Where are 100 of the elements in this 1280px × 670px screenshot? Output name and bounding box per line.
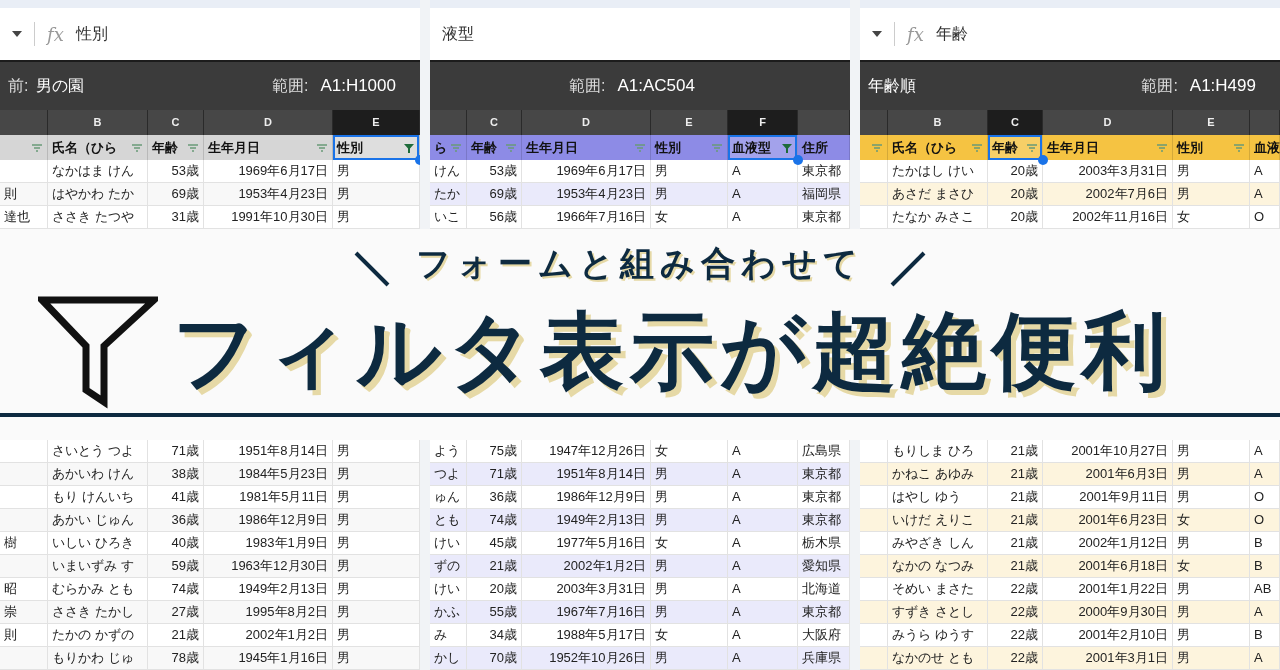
table-cell-text: 2001年1月22日 — [1078, 580, 1168, 599]
table-cell-text: B — [1254, 534, 1263, 553]
table-cell-text: 53歳 — [489, 162, 517, 181]
table-cell-text: 1953年4月23日 — [238, 185, 328, 204]
table-cell-text: すずき さとし — [892, 603, 974, 622]
table-cell-text: A — [732, 511, 741, 530]
filter-menu-icon[interactable] — [711, 141, 723, 154]
filter-name[interactable]: 男の園 — [36, 74, 85, 98]
table-cell-text: ずの — [434, 557, 460, 576]
table-cell-text: み — [434, 626, 447, 645]
table-cell-text: 1969年6月17日 — [556, 162, 646, 181]
table-cell-text: 55歳 — [489, 603, 517, 622]
column-letter[interactable]: E — [372, 114, 380, 131]
filter-menu-icon[interactable] — [316, 141, 328, 154]
table-cell-text: 21歳 — [1010, 488, 1038, 507]
formula-value[interactable]: 性別 — [75, 22, 108, 46]
table-cell-text: たかの かずの — [52, 626, 134, 645]
table-cell-text: 74歳 — [489, 511, 517, 530]
column-header[interactable]: 血液型 — [728, 135, 798, 160]
filter-menu-icon[interactable] — [131, 141, 143, 154]
filter-menu-icon[interactable] — [187, 141, 199, 154]
table-cell-text: 男 — [655, 649, 668, 668]
table-cell-text: 1963年12月30日 — [231, 557, 328, 576]
range-value[interactable]: A1:H499 — [1189, 73, 1256, 99]
table-cell-text: 69歳 — [171, 185, 199, 204]
column-letter[interactable]: C — [1011, 114, 1019, 131]
function-label: fx — [47, 22, 64, 47]
table-cell-text: 2002年1月2日 — [563, 557, 646, 576]
column-letter[interactable]: B — [933, 114, 942, 131]
table-cell-text: 22歳 — [1010, 580, 1038, 599]
table-cell-text: A — [732, 162, 741, 181]
table-cell-text: たなか みさこ — [892, 208, 974, 227]
table-cell-text: いけだ えりこ — [892, 511, 974, 530]
table-cell-text: はやし ゆう — [892, 488, 961, 507]
caret-icon[interactable] — [12, 31, 22, 37]
column-header[interactable]: 性別 — [333, 135, 420, 160]
table-cell-text: よう — [434, 442, 460, 461]
formula-value[interactable]: 年齢 — [935, 22, 968, 46]
filter-icon[interactable] — [403, 141, 415, 154]
filter-menu-icon[interactable] — [31, 141, 43, 154]
table-cell-text: A — [732, 465, 741, 484]
filter-menu-icon[interactable] — [1233, 141, 1245, 154]
filter-menu-icon[interactable] — [450, 141, 462, 154]
table-cell-text: 1986年12月9日 — [238, 511, 328, 530]
column-letter[interactable]: D — [1103, 114, 1112, 131]
column-letter[interactable]: E — [1207, 114, 1215, 131]
caret-icon[interactable] — [872, 31, 882, 37]
table-cell-text: 男 — [655, 185, 668, 204]
filter-name[interactable]: 年齢順 — [868, 74, 916, 98]
table-cell-text: 男 — [655, 580, 668, 599]
table-cell-text: 男 — [337, 511, 350, 530]
table-cell-text: 則 — [4, 626, 17, 645]
range-value[interactable]: A1:AC504 — [617, 73, 695, 99]
column-letter[interactable]: D — [582, 114, 590, 131]
table-cell-text: 東京都 — [802, 465, 841, 484]
column-header[interactable]: 年齢 — [988, 135, 1043, 160]
table-cell-text: つよ — [434, 465, 460, 484]
table-cell-text: 女 — [1177, 557, 1190, 576]
filter-menu-icon[interactable] — [1156, 141, 1168, 154]
table-cell-text: 1969年6月17日 — [238, 162, 328, 181]
filter-icon[interactable] — [781, 141, 793, 154]
filter-menu-icon[interactable] — [971, 141, 983, 154]
table-cell-text: みうら ゆうす — [892, 626, 974, 645]
table-cell-text: もり けんいち — [52, 488, 134, 507]
table-cell-text: とも — [434, 511, 460, 530]
filter-menu-icon[interactable] — [634, 141, 646, 154]
table-cell-text: O — [1254, 488, 1265, 507]
table-cell-text: 女 — [655, 208, 668, 227]
formula-value[interactable]: 液型 — [442, 22, 474, 46]
filter-menu-icon[interactable] — [871, 141, 883, 154]
column-letter[interactable]: C — [490, 114, 498, 131]
filter-menu-icon[interactable] — [505, 141, 517, 154]
table-cell-text: 1986年12月9日 — [556, 488, 646, 507]
table-cell-text: 21歳 — [1010, 465, 1038, 484]
table-cell-text: B — [1254, 626, 1263, 645]
column-letter[interactable]: E — [685, 114, 693, 131]
selection-handle[interactable] — [793, 155, 803, 165]
slash-line — [888, 249, 928, 289]
table-cell-text: 21歳 — [1010, 511, 1038, 530]
table-cell-text: 71歳 — [171, 442, 199, 461]
table-cell-text: なかの なつみ — [892, 557, 974, 576]
table-cell-text: 27歳 — [171, 603, 199, 622]
column-letter[interactable]: B — [93, 114, 102, 131]
table-cell-text: 女 — [655, 534, 668, 553]
table-cell-text: 21歳 — [171, 626, 199, 645]
table-cell-text: かし — [434, 649, 460, 668]
table-cell-text: 男 — [337, 557, 350, 576]
table-cell-text: ささき たかし — [52, 603, 134, 622]
table-cell-text: なかはま けん — [52, 162, 134, 181]
column-letter[interactable]: F — [759, 114, 766, 131]
table-cell-text: 男 — [337, 162, 350, 181]
table-cell-text: 1991年10月30日 — [231, 208, 328, 227]
column-letter[interactable]: C — [171, 114, 180, 131]
table-cell-text: 崇 — [4, 603, 17, 622]
table-cell-text: AB — [1254, 580, 1272, 599]
column-letter[interactable]: D — [264, 114, 272, 131]
selection-handle[interactable] — [1038, 155, 1048, 165]
table-cell-text: そめい まさた — [892, 580, 974, 599]
range-value[interactable]: A1:H1000 — [320, 73, 396, 99]
table-cell-text: 東京都 — [802, 208, 841, 227]
